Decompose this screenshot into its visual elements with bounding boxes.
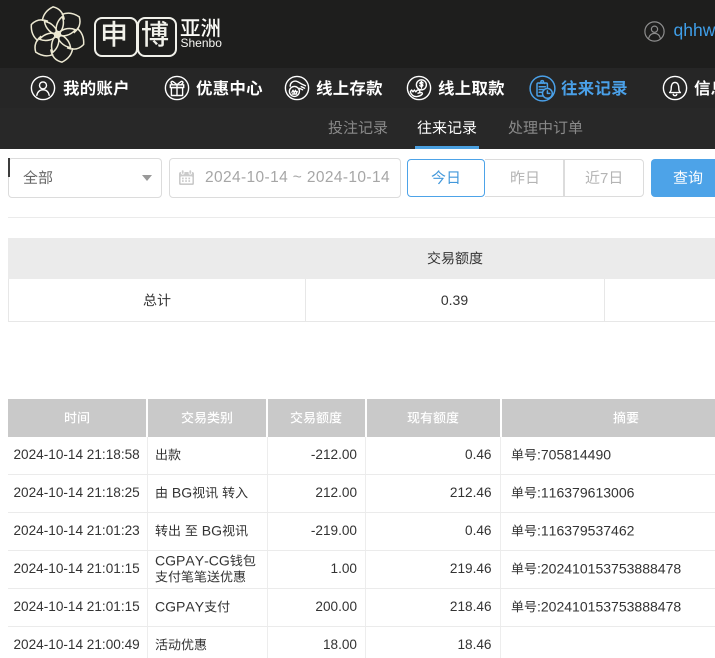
svg-text:CGPAY-CG: CGPAY-CG: [155, 552, 230, 568]
svg-text:7: 7: [600, 170, 608, 187]
svg-text::705814490: :705814490: [536, 446, 610, 462]
svg-text::202410153753888478: :202410153753888478: [536, 598, 680, 614]
svg-text::116379613006: :116379613006: [536, 484, 634, 500]
svg-text::116379537462: :116379537462: [536, 522, 634, 538]
svg-text::202410153753888478: :202410153753888478: [536, 560, 680, 576]
